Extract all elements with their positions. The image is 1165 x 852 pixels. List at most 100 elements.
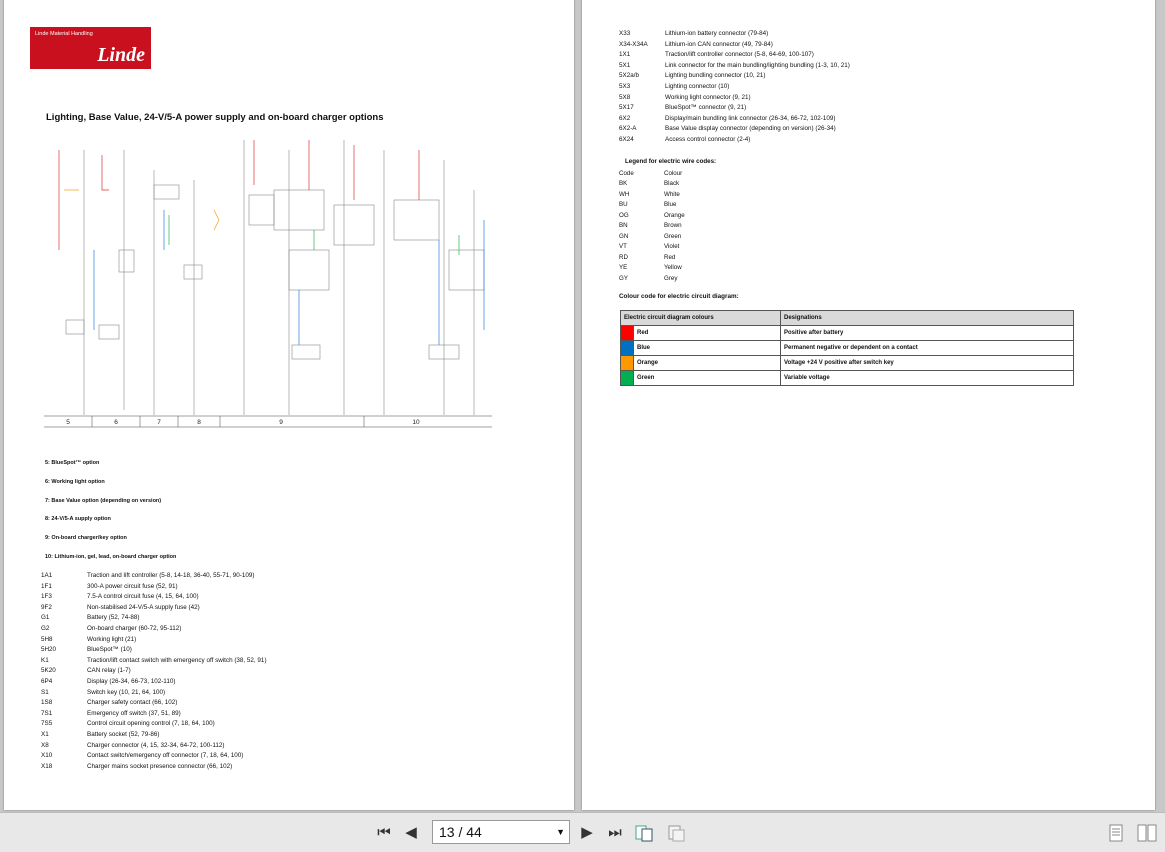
wire-code-row: YE Yellow bbox=[619, 263, 716, 274]
legend-row: 1X1 Traction/lift controller connector (5… bbox=[619, 50, 850, 61]
wire-colour: Orange bbox=[664, 211, 685, 219]
legend-description: Working light connector (9, 21) bbox=[665, 93, 751, 101]
legend-description: 7.5-A control circuit fuse (4, 15, 64, 1… bbox=[87, 593, 199, 601]
legend-row: X10 Contact switch/emergency off connecto… bbox=[41, 751, 267, 762]
table-header-row: Electric circuit diagram colours Designa… bbox=[620, 310, 1074, 326]
colour-swatch bbox=[620, 325, 634, 341]
legend-description: Lithium-ion CAN connector (49, 79-84) bbox=[665, 40, 773, 48]
legend-description: Charger safety contact (66, 102) bbox=[87, 699, 178, 707]
wire-code-row: BU Blue bbox=[619, 200, 716, 211]
legend-description: Display (26-34, 66-73, 102-110) bbox=[87, 677, 176, 685]
wire-code: BN bbox=[619, 222, 628, 229]
colour-row: Green Variable voltage bbox=[620, 370, 1074, 386]
next-page-button[interactable]: ▶ bbox=[578, 823, 596, 843]
legend-description: Control circuit opening control (7, 18, … bbox=[87, 720, 215, 728]
legend-row: K1 Traction/lift contact switch with emer… bbox=[41, 656, 267, 667]
component-legend: 1A1 Traction and lift controller (5-8, 14… bbox=[41, 571, 267, 772]
logo-wordmark: Linde bbox=[97, 44, 145, 66]
section-number: 5 bbox=[66, 419, 70, 426]
legend-row: X34-X34A Lithium-ion CAN connector (49, 7… bbox=[619, 40, 850, 51]
option-label: 10: Lithium-ion, gel, lead, on-board cha… bbox=[45, 554, 177, 560]
legend-description: Link connector for the main bundling/lig… bbox=[665, 61, 850, 69]
facing-pages-icon[interactable] bbox=[1136, 823, 1158, 843]
legend-code: X34-X34A bbox=[619, 40, 648, 48]
legend-description: Working light (21) bbox=[87, 635, 137, 643]
colour-name: Green bbox=[633, 370, 781, 386]
legend-description: Non-stabilised 24-V/5-A supply fuse (42) bbox=[87, 603, 200, 611]
two-page-view-icon[interactable] bbox=[633, 823, 659, 843]
legend-description: BlueSpot™ connector (9, 21) bbox=[665, 104, 747, 112]
wire-header-colour: Colour bbox=[664, 169, 683, 177]
legend-row: 1S8 Charger safety contact (66, 102) bbox=[41, 698, 267, 709]
last-page-button[interactable]: ⏭ bbox=[605, 823, 625, 843]
legend-row: 7S5 Control circuit opening control (7, 1… bbox=[41, 719, 267, 730]
legend-description: Emergency off switch (37, 51, 89) bbox=[87, 709, 181, 717]
legend-description: Switch key (10, 21, 64, 100) bbox=[87, 688, 166, 696]
legend-row: 1F1 300-A power circuit fuse (52, 91) bbox=[41, 582, 267, 593]
legend-code: 1F1 bbox=[41, 582, 52, 590]
legend-description: Charger mains socket presence connector … bbox=[87, 762, 233, 770]
wire-colour: Violet bbox=[664, 243, 680, 250]
wire-code-row: GY Grey bbox=[619, 274, 716, 285]
legend-row: 5X2a/b Lighting bundling connector (10, 2… bbox=[619, 71, 850, 82]
legend-code: X33 bbox=[619, 30, 631, 37]
left-page: Linde Material Handling Linde Lighting, … bbox=[4, 0, 574, 810]
legend-description: 300-A power circuit fuse (52, 91) bbox=[87, 582, 178, 590]
wire-colour: Yellow bbox=[664, 264, 682, 271]
legend-row: G1 Battery (52, 74-88) bbox=[41, 613, 267, 624]
first-page-button[interactable]: ⏮ bbox=[374, 823, 394, 843]
table-header-designations: Designations bbox=[780, 310, 1074, 326]
legend-row: X1 Battery socket (52, 79-86) bbox=[41, 730, 267, 741]
legend-description: Traction/lift controller connector (5-8,… bbox=[665, 51, 814, 59]
colour-name: Red bbox=[633, 325, 781, 341]
legend-description: BlueSpot™ (10) bbox=[87, 646, 132, 654]
wire-code-row: WH White bbox=[619, 190, 716, 201]
legend-code: 6X24 bbox=[619, 135, 634, 143]
legend-description: Battery socket (52, 79-86) bbox=[87, 730, 160, 738]
legend-code: 9F2 bbox=[41, 603, 52, 611]
single-page-icon[interactable] bbox=[1106, 823, 1126, 843]
legend-row: X18 Charger mains socket presence connect… bbox=[41, 762, 267, 773]
wire-code-row: BK Black bbox=[619, 179, 716, 190]
legend-code: X8 bbox=[41, 741, 49, 749]
legend-description: Lighting connector (10) bbox=[665, 82, 730, 90]
legend-code: 7S5 bbox=[41, 720, 53, 728]
legend-row: 5X17 BlueSpot™ connector (9, 21) bbox=[619, 103, 850, 114]
continuous-view-icon[interactable] bbox=[664, 823, 690, 843]
wire-code: BK bbox=[619, 180, 628, 187]
legend-code: 6P4 bbox=[41, 677, 53, 685]
legend-row: 5X3 Lighting connector (10) bbox=[619, 82, 850, 93]
wire-code-row: BN Brown bbox=[619, 221, 716, 232]
legend-code: 5K20 bbox=[41, 667, 56, 675]
page-selector[interactable]: 13 / 44 ▼ bbox=[432, 820, 570, 844]
wire-code-row: RD Red bbox=[619, 253, 716, 264]
connector-legend: X33 Lithium-ion battery connector (79-84)… bbox=[619, 29, 850, 146]
colour-designation: Variable voltage bbox=[780, 370, 1074, 386]
section-number: 8 bbox=[197, 419, 201, 426]
legend-description: Traction/lift contact switch with emerge… bbox=[87, 656, 267, 664]
table-header-colours: Electric circuit diagram colours bbox=[620, 310, 781, 326]
colour-swatch bbox=[620, 355, 634, 371]
wire-colour: Brown bbox=[664, 222, 682, 229]
legend-row: 6X2 Display/main bundling link connector … bbox=[619, 114, 850, 125]
previous-page-button[interactable]: ◀ bbox=[402, 823, 420, 843]
legend-code: 1S8 bbox=[41, 699, 53, 707]
wire-code: GY bbox=[619, 274, 628, 282]
wire-code: RD bbox=[619, 253, 628, 261]
legend-row: 1F3 7.5-A control circuit fuse (4, 15, 64… bbox=[41, 592, 267, 603]
wire-code: OG bbox=[619, 211, 629, 219]
wire-code-row: OG Orange bbox=[619, 211, 716, 222]
wire-code: GN bbox=[619, 232, 629, 240]
legend-code: 5X2a/b bbox=[619, 72, 639, 80]
wire-colour: Green bbox=[664, 232, 682, 240]
colour-code-title: Colour code for electric circuit diagram… bbox=[619, 293, 739, 300]
legend-code: 5H8 bbox=[41, 635, 53, 643]
viewer-toolbar: ⏮ ◀ 13 / 44 ▼ ▶ ⏭ bbox=[0, 812, 1165, 852]
legend-row: 5K20 CAN relay (1-7) bbox=[41, 666, 267, 677]
legend-description: On-board charger (60-72, 95-112) bbox=[87, 624, 182, 632]
legend-code: 1X1 bbox=[619, 51, 631, 59]
legend-row: 5H8 Working light (21) bbox=[41, 635, 267, 646]
legend-row: 7S1 Emergency off switch (37, 51, 89) bbox=[41, 709, 267, 720]
wire-code-row: GN Green bbox=[619, 232, 716, 243]
colour-row: Red Positive after battery bbox=[620, 325, 1074, 341]
